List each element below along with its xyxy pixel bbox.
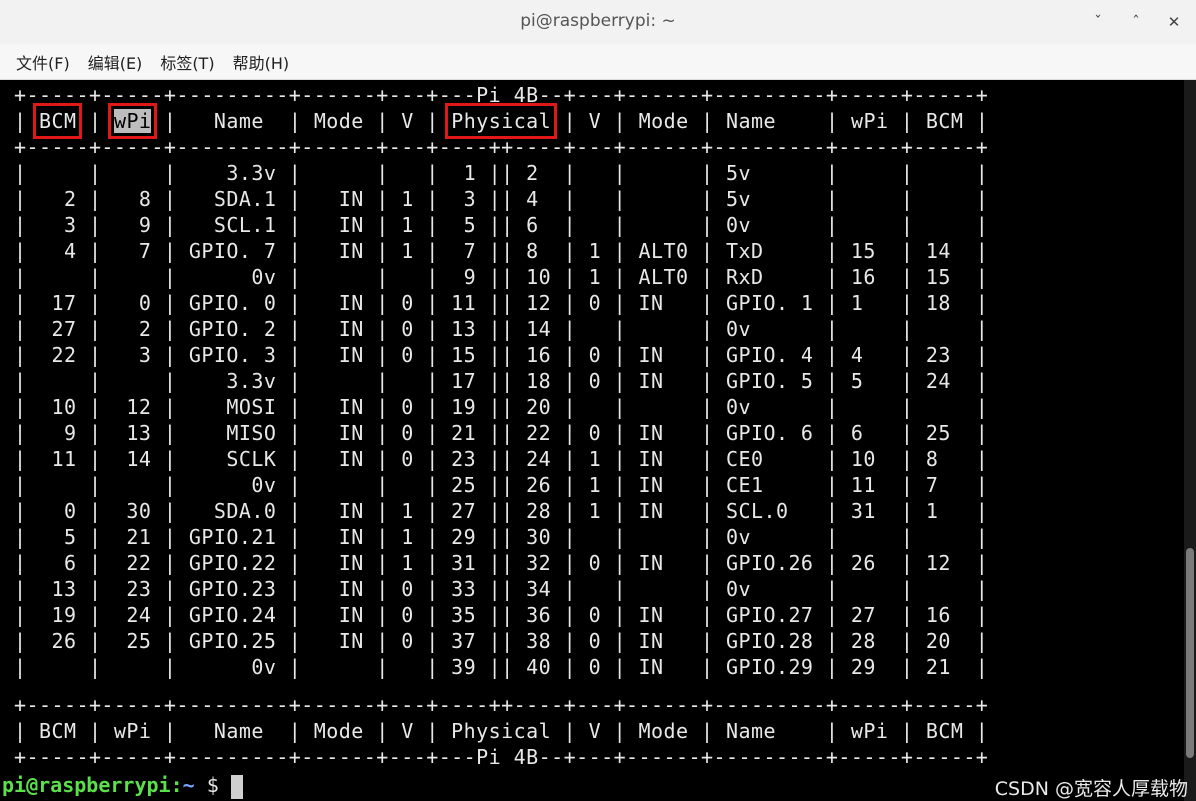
header-text: | Name | Mode | V |	[151, 109, 452, 133]
terminal-window: pi@raspberrypi: ~ ˇ ˆ ✕ 文件(F) 编辑(E) 标签(T…	[0, 0, 1196, 801]
table-row: | | | 0v | | | 9 || 10 | 1 | ALT0 | RxD …	[14, 265, 989, 289]
header-physical-highlighted: Physical	[445, 103, 558, 139]
table-row: | 10 | 12 | MOSI | IN | 0 | 19 || 20 | |…	[14, 395, 989, 419]
window-title: pi@raspberrypi: ~	[520, 11, 676, 31]
minimize-icon[interactable]: ˇ	[1084, 8, 1112, 36]
prompt-separator: :	[170, 773, 183, 797]
table-row: | 26 | 25 | GPIO.25 | IN | 0 | 37 || 38 …	[14, 629, 989, 653]
table-row: | 2 | 8 | SDA.1 | IN | 1 | 3 || 4 | | | …	[14, 187, 989, 211]
header-wpi-highlighted: wPi	[107, 103, 158, 139]
watermark: CSDN @宽容人厚载物	[994, 778, 1188, 800]
prompt-symbol: $	[194, 773, 231, 797]
table-row: | | | 0v | | | 25 || 26 | 1 | IN | CE1 |…	[14, 473, 989, 497]
menu-help[interactable]: 帮助(H)	[233, 50, 290, 74]
prompt-user: pi@raspberrypi	[2, 773, 171, 797]
header-text: |	[14, 109, 39, 133]
table-border-top: +-----+-----+---------+------+---+---Pi …	[14, 83, 989, 107]
table-row: | 3 | 9 | SCL.1 | IN | 1 | 5 || 6 | | | …	[14, 213, 989, 237]
table-row: | | | 3.3v | | | 1 || 2 | | | 5v | | |	[14, 161, 989, 185]
title-bar[interactable]: pi@raspberrypi: ~ ˇ ˆ ✕	[0, 0, 1196, 45]
shell-prompt[interactable]: pi@raspberrypi:~ $	[2, 772, 243, 799]
table-footer-row: | BCM | wPi | Name | Mode | V | Physical…	[14, 719, 989, 743]
table-header-row: | BCM | wPi | Name | Mode | V | Physical…	[14, 103, 989, 139]
menu-tabs[interactable]: 标签(T)	[160, 50, 214, 74]
table-row: | 13 | 23 | GPIO.23 | IN | 0 | 33 || 34 …	[14, 577, 989, 601]
table-row: | | | 3.3v | | | 17 || 18 | 0 | IN | GPI…	[14, 369, 989, 393]
scrollbar-thumb[interactable]	[1186, 548, 1194, 758]
menu-file[interactable]: 文件(F)	[16, 50, 70, 74]
table-row: | 9 | 13 | MISO | IN | 0 | 21 || 22 | 0 …	[14, 421, 989, 445]
maximize-icon[interactable]: ˆ	[1122, 8, 1150, 36]
table-row: | 6 | 22 | GPIO.22 | IN | 1 | 31 || 32 |…	[14, 551, 989, 575]
text-cursor	[230, 774, 243, 799]
table-row: | 22 | 3 | GPIO. 3 | IN | 0 | 15 || 16 |…	[14, 343, 989, 367]
table-border-end: +-----+-----+---------+------+---+---Pi …	[14, 745, 989, 769]
prompt-directory: ~	[182, 773, 195, 797]
header-bcm-highlighted: BCM	[32, 103, 83, 139]
table-row: | 19 | 24 | GPIO.24 | IN | 0 | 35 || 36 …	[14, 603, 989, 627]
table-border-bottom: +-----+-----+---------+------+---+----++…	[14, 693, 989, 717]
menu-edit[interactable]: 编辑(E)	[88, 50, 143, 74]
menu-bar: 文件(F) 编辑(E) 标签(T) 帮助(H)	[0, 44, 1196, 80]
header-text: | V | Mode | Name | wPi | BCM |	[551, 109, 989, 133]
table-row: | 27 | 2 | GPIO. 2 | IN | 0 | 13 || 14 |…	[14, 317, 989, 341]
window-controls: ˇ ˆ ✕	[1084, 8, 1188, 36]
close-icon[interactable]: ✕	[1160, 8, 1188, 36]
table-border-mid: +-----+-----+---------+------+---+----++…	[14, 135, 989, 159]
terminal-output[interactable]: +-----+-----+---------+------+---+---Pi …	[0, 80, 1196, 801]
table-row: | 17 | 0 | GPIO. 0 | IN | 0 | 11 || 12 |…	[14, 291, 989, 315]
table-row: | 0 | 30 | SDA.0 | IN | 1 | 27 || 28 | 1…	[14, 499, 989, 523]
table-row: | 5 | 21 | GPIO.21 | IN | 1 | 29 || 30 |…	[14, 525, 989, 549]
table-row: | 4 | 7 | GPIO. 7 | IN | 1 | 7 || 8 | 1 …	[14, 239, 989, 263]
scrollbar[interactable]	[1184, 80, 1196, 801]
header-text: |	[76, 109, 114, 133]
table-row: | 11 | 14 | SCLK | IN | 0 | 23 || 24 | 1…	[14, 447, 989, 471]
table-row: | | | 0v | | | 39 || 40 | 0 | IN | GPIO.…	[14, 655, 989, 679]
